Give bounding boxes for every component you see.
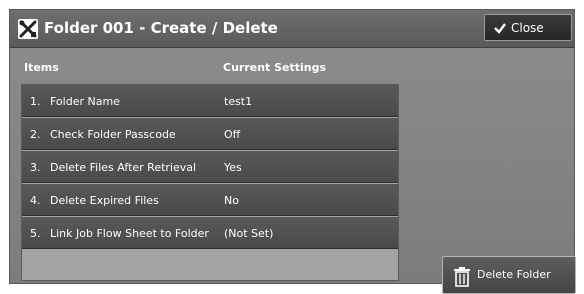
check-icon [494,23,506,34]
list-item-check-folder-passcode[interactable]: 2. Check Folder Passcode Off [22,118,398,150]
folder-tools-icon [18,19,38,39]
header-bar: Folder 001 - Create / Delete Close [10,10,574,48]
row-value: Yes [224,161,242,174]
row-value: test1 [224,95,253,108]
delete-folder-button[interactable]: Delete Folder [442,256,576,294]
row-number: 3. [30,161,41,174]
row-item-label: Link Job Flow Sheet to Folder [50,227,209,240]
row-value: Off [224,128,241,141]
row-item-label: Check Folder Passcode [50,128,176,141]
row-number: 2. [30,128,41,141]
list-item-link-job-flow-sheet[interactable]: 5. Link Job Flow Sheet to Folder (Not Se… [22,217,398,249]
screen: Folder 001 - Create / Delete Close Items… [0,0,584,294]
row-item-label: Delete Files After Retrieval [50,161,197,174]
settings-list: 1. Folder Name test1 2. Check Folder Pas… [21,84,399,281]
trash-icon [454,267,470,287]
row-number: 5. [30,227,41,240]
close-button[interactable]: Close [484,14,572,41]
column-header-current-settings: Current Settings [223,61,327,74]
row-item-label: Delete Expired Files [50,194,159,207]
folder-create-delete-panel: Folder 001 - Create / Delete Close Items… [9,9,576,294]
row-number: 1. [30,95,41,108]
row-number: 4. [30,194,41,207]
delete-folder-label: Delete Folder [477,268,551,281]
row-value: No [224,194,239,207]
list-item-folder-name[interactable]: 1. Folder Name test1 [22,85,398,117]
column-header-items: Items [24,61,59,74]
list-item-delete-files-after-retrieval[interactable]: 3. Delete Files After Retrieval Yes [22,151,398,183]
close-label: Close [511,21,544,35]
page-title: Folder 001 - Create / Delete [44,19,278,37]
list-item-delete-expired-files[interactable]: 4. Delete Expired Files No [22,184,398,216]
row-item-label: Folder Name [50,95,120,108]
row-value: (Not Set) [224,227,274,240]
